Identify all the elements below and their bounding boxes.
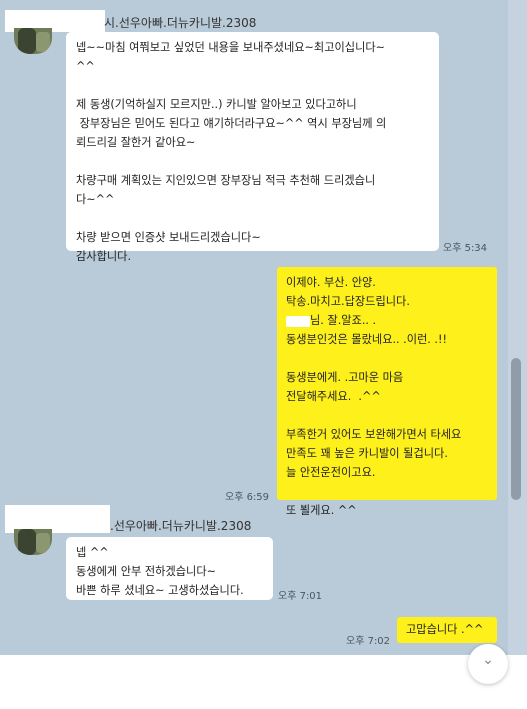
chat-area[interactable]: 시.선우아빠.더뉴카니발.2308 넵~~마침 여쭤보고 싶었던 내용을 보내주… xyxy=(0,0,527,655)
message-time: 오후 6:59 xyxy=(225,492,270,503)
scrollbar-track[interactable] xyxy=(508,0,527,655)
message-bubble-incoming[interactable]: 넵 ^^ 동생에게 안부 전하겠습니다~ 바쁜 하루 셨네요~ 고생하셨습니다. xyxy=(66,537,273,600)
avatar[interactable] xyxy=(14,28,52,54)
sender-name: 시.선우아빠.더뉴카니발.2308 xyxy=(104,16,257,30)
message-time: 오후 7:01 xyxy=(278,591,323,602)
message-time: 오후 7:02 xyxy=(346,636,391,647)
message-bubble-outgoing[interactable]: 고맙습니다 .^^ xyxy=(397,617,497,643)
sender-name: .선우아빠.더뉴카니발.2308 xyxy=(110,519,252,533)
message-text: 이제야. 부산. 안양. 탁송.마치고.답장드립니다. xyxy=(286,276,410,308)
message-text: 님. 잘.알죠.. . 동생분인것은 몰랐네요.. .이런. .!! 동생분에게… xyxy=(286,314,462,517)
scrollbar-thumb[interactable] xyxy=(511,358,521,500)
avatar[interactable] xyxy=(14,529,52,555)
scroll-to-bottom-button[interactable]: ⌄ xyxy=(468,644,508,684)
redacted-name xyxy=(286,315,310,327)
chevron-down-icon: ⌄ xyxy=(482,652,494,668)
message-bubble-outgoing[interactable]: 이제야. 부산. 안양. 탁송.마치고.답장드립니다. 님. 잘.알죠.. . … xyxy=(277,267,497,517)
message-time: 오후 5:34 xyxy=(443,243,488,254)
message-bubble-incoming[interactable]: 넵~~마침 여쭤보고 싶었던 내용을 보내주셨네요~최고이십니다~ ^^ 제 동… xyxy=(66,32,439,263)
